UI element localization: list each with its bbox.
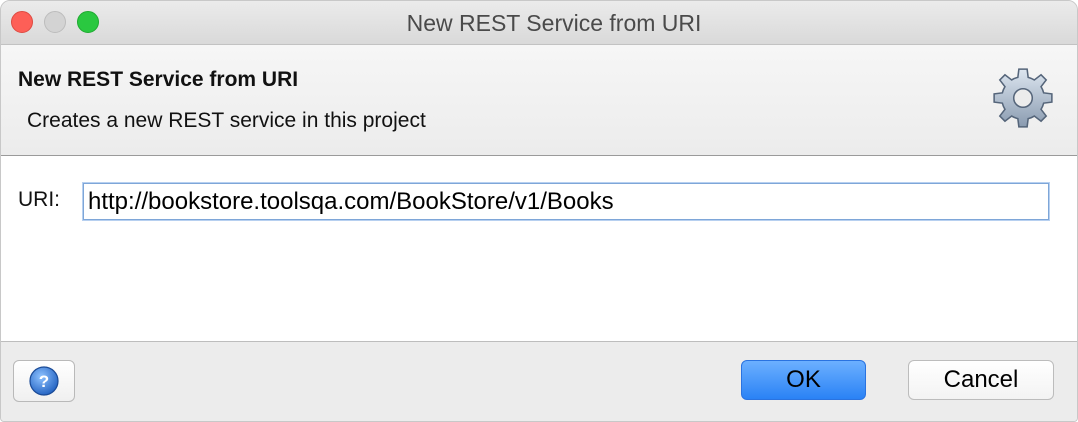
header-subtitle: Creates a new REST service in this proje… — [27, 109, 426, 132]
uri-input[interactable] — [83, 183, 1049, 220]
cancel-button[interactable]: Cancel — [908, 360, 1054, 400]
uri-label: URI: — [18, 188, 60, 211]
dialog-footer: ? OK Cancel — [1, 342, 1077, 421]
help-icon: ? — [29, 366, 59, 396]
dialog-window: New REST Service from URI New REST Servi… — [0, 0, 1078, 422]
header-title: New REST Service from URI — [18, 68, 299, 91]
help-button[interactable]: ? — [13, 360, 75, 402]
gear-icon — [993, 68, 1053, 128]
window-title: New REST Service from URI — [406, 10, 702, 36]
title-bar[interactable]: New REST Service from URI — [1, 1, 1077, 45]
dialog-body: URI: — [1, 156, 1077, 342]
ok-button[interactable]: OK — [741, 360, 866, 400]
dialog-header: New REST Service from URI Creates a new … — [1, 45, 1077, 156]
svg-text:?: ? — [39, 372, 49, 391]
